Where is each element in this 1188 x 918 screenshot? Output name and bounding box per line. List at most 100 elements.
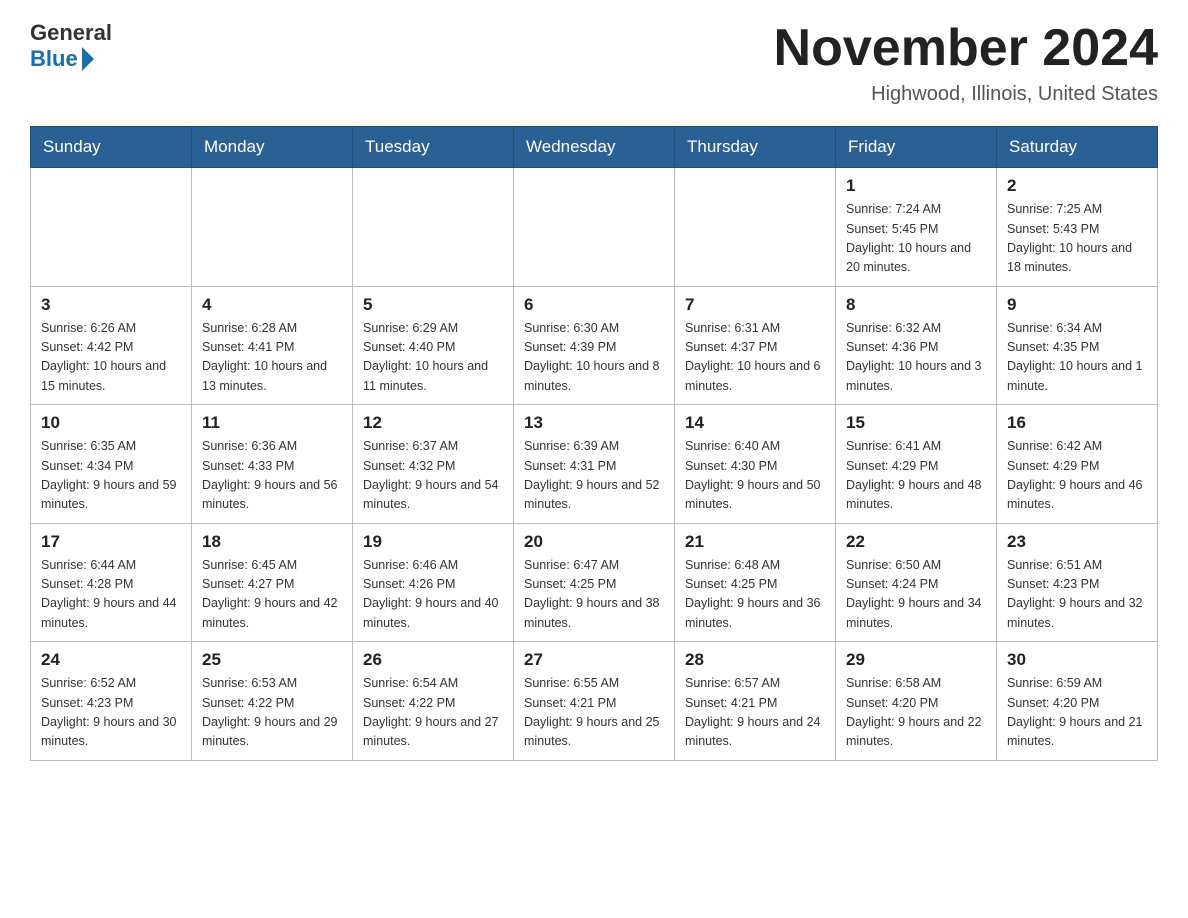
calendar-cell: 9 Sunrise: 6:34 AMSunset: 4:35 PMDaylight… (997, 286, 1158, 405)
day-number: 23 (1007, 532, 1147, 552)
day-number: 11 (202, 413, 342, 433)
day-number: 2 (1007, 176, 1147, 196)
calendar-cell: 24 Sunrise: 6:52 AMSunset: 4:23 PMDayligh… (31, 642, 192, 761)
day-info: Sunrise: 6:54 AMSunset: 4:22 PMDaylight:… (363, 674, 503, 752)
weekday-header-friday: Friday (836, 127, 997, 168)
day-info: Sunrise: 6:47 AMSunset: 4:25 PMDaylight:… (524, 556, 664, 634)
calendar-week-3: 10Sunrise: 6:35 AMSunset: 4:34 PMDayligh… (31, 405, 1158, 524)
calendar-cell: 6 Sunrise: 6:30 AMSunset: 4:39 PMDaylight… (514, 286, 675, 405)
calendar-cell: 1 Sunrise: 7:24 AMSunset: 5:45 PMDaylight… (836, 168, 997, 287)
day-info: Sunrise: 6:35 AMSunset: 4:34 PMDaylight:… (41, 437, 181, 515)
calendar-header: SundayMondayTuesdayWednesdayThursdayFrid… (31, 127, 1158, 168)
calendar-cell: 4Sunrise: 6:28 AMSunset: 4:41 PMDaylight… (192, 286, 353, 405)
day-number: 14 (685, 413, 825, 433)
calendar-cell: 8 Sunrise: 6:32 AMSunset: 4:36 PMDaylight… (836, 286, 997, 405)
calendar-cell: 11 Sunrise: 6:36 AMSunset: 4:33 PMDayligh… (192, 405, 353, 524)
day-info: Sunrise: 6:52 AMSunset: 4:23 PMDaylight:… (41, 674, 181, 752)
calendar-cell: 15 Sunrise: 6:41 AMSunset: 4:29 PMDayligh… (836, 405, 997, 524)
calendar-cell: 28 Sunrise: 6:57 AMSunset: 4:21 PMDayligh… (675, 642, 836, 761)
day-info: Sunrise: 6:44 AMSunset: 4:28 PMDaylight:… (41, 556, 181, 634)
day-info: Sunrise: 6:41 AMSunset: 4:29 PMDaylight:… (846, 437, 986, 515)
day-info: Sunrise: 6:30 AMSunset: 4:39 PMDaylight:… (524, 319, 664, 397)
logo-blue-text: Blue (30, 46, 78, 72)
calendar-cell: 7 Sunrise: 6:31 AMSunset: 4:37 PMDaylight… (675, 286, 836, 405)
calendar-cell: 23 Sunrise: 6:51 AMSunset: 4:23 PMDayligh… (997, 523, 1158, 642)
calendar-cell (675, 168, 836, 287)
calendar-cell (353, 168, 514, 287)
day-number: 7 (685, 295, 825, 315)
day-info: Sunrise: 6:26 AMSunset: 4:42 PMDaylight:… (41, 319, 181, 397)
weekday-header-saturday: Saturday (997, 127, 1158, 168)
calendar-body: 1 Sunrise: 7:24 AMSunset: 5:45 PMDaylight… (31, 168, 1158, 761)
day-info: Sunrise: 6:39 AMSunset: 4:31 PMDaylight:… (524, 437, 664, 515)
calendar-cell: 26 Sunrise: 6:54 AMSunset: 4:22 PMDayligh… (353, 642, 514, 761)
weekday-header-wednesday: Wednesday (514, 127, 675, 168)
day-number: 22 (846, 532, 986, 552)
day-number: 17 (41, 532, 181, 552)
day-number: 19 (363, 532, 503, 552)
calendar-cell: 14 Sunrise: 6:40 AMSunset: 4:30 PMDayligh… (675, 405, 836, 524)
calendar-subtitle: Highwood, Illinois, United States (774, 83, 1158, 106)
calendar-cell: 21 Sunrise: 6:48 AMSunset: 4:25 PMDayligh… (675, 523, 836, 642)
day-info: Sunrise: 6:51 AMSunset: 4:23 PMDaylight:… (1007, 556, 1147, 634)
day-number: 24 (41, 650, 181, 670)
calendar-cell: 20 Sunrise: 6:47 AMSunset: 4:25 PMDayligh… (514, 523, 675, 642)
calendar-week-2: 3 Sunrise: 6:26 AMSunset: 4:42 PMDaylight… (31, 286, 1158, 405)
calendar-cell: 29 Sunrise: 6:58 AMSunset: 4:20 PMDayligh… (836, 642, 997, 761)
calendar-cell: 13 Sunrise: 6:39 AMSunset: 4:31 PMDayligh… (514, 405, 675, 524)
day-info: Sunrise: 6:48 AMSunset: 4:25 PMDaylight:… (685, 556, 825, 634)
calendar-cell: 2 Sunrise: 7:25 AMSunset: 5:43 PMDaylight… (997, 168, 1158, 287)
day-info: Sunrise: 6:36 AMSunset: 4:33 PMDaylight:… (202, 437, 342, 515)
day-number: 9 (1007, 295, 1147, 315)
calendar-cell: 12Sunrise: 6:37 AMSunset: 4:32 PMDayligh… (353, 405, 514, 524)
day-info: Sunrise: 7:24 AMSunset: 5:45 PMDaylight:… (846, 200, 986, 278)
day-number: 6 (524, 295, 664, 315)
day-number: 12 (363, 413, 503, 433)
calendar-cell: 10Sunrise: 6:35 AMSunset: 4:34 PMDayligh… (31, 405, 192, 524)
day-number: 26 (363, 650, 503, 670)
calendar-cell: 30 Sunrise: 6:59 AMSunset: 4:20 PMDayligh… (997, 642, 1158, 761)
calendar-cell: 3 Sunrise: 6:26 AMSunset: 4:42 PMDaylight… (31, 286, 192, 405)
day-number: 8 (846, 295, 986, 315)
day-info: Sunrise: 6:53 AMSunset: 4:22 PMDaylight:… (202, 674, 342, 752)
calendar-cell: 5Sunrise: 6:29 AMSunset: 4:40 PMDaylight… (353, 286, 514, 405)
day-info: Sunrise: 6:57 AMSunset: 4:21 PMDaylight:… (685, 674, 825, 752)
calendar-cell: 18Sunrise: 6:45 AMSunset: 4:27 PMDayligh… (192, 523, 353, 642)
day-number: 1 (846, 176, 986, 196)
day-info: Sunrise: 6:42 AMSunset: 4:29 PMDaylight:… (1007, 437, 1147, 515)
weekday-header-thursday: Thursday (675, 127, 836, 168)
logo-triangle-icon (82, 47, 94, 71)
weekday-header-monday: Monday (192, 127, 353, 168)
calendar-cell: 25 Sunrise: 6:53 AMSunset: 4:22 PMDayligh… (192, 642, 353, 761)
weekday-header-row: SundayMondayTuesdayWednesdayThursdayFrid… (31, 127, 1158, 168)
day-info: Sunrise: 6:59 AMSunset: 4:20 PMDaylight:… (1007, 674, 1147, 752)
day-number: 13 (524, 413, 664, 433)
day-info: Sunrise: 7:25 AMSunset: 5:43 PMDaylight:… (1007, 200, 1147, 278)
day-info: Sunrise: 6:58 AMSunset: 4:20 PMDaylight:… (846, 674, 986, 752)
day-number: 3 (41, 295, 181, 315)
title-area: November 2024 Highwood, Illinois, United… (774, 20, 1158, 106)
day-number: 25 (202, 650, 342, 670)
calendar-week-4: 17 Sunrise: 6:44 AMSunset: 4:28 PMDayligh… (31, 523, 1158, 642)
day-info: Sunrise: 6:40 AMSunset: 4:30 PMDaylight:… (685, 437, 825, 515)
day-info: Sunrise: 6:32 AMSunset: 4:36 PMDaylight:… (846, 319, 986, 397)
day-number: 15 (846, 413, 986, 433)
calendar-cell (192, 168, 353, 287)
weekday-header-sunday: Sunday (31, 127, 192, 168)
day-info: Sunrise: 6:34 AMSunset: 4:35 PMDaylight:… (1007, 319, 1147, 397)
logo-general-text: General (30, 20, 112, 46)
day-number: 21 (685, 532, 825, 552)
day-number: 16 (1007, 413, 1147, 433)
calendar-cell (31, 168, 192, 287)
day-number: 20 (524, 532, 664, 552)
calendar-cell: 19Sunrise: 6:46 AMSunset: 4:26 PMDayligh… (353, 523, 514, 642)
day-number: 30 (1007, 650, 1147, 670)
day-number: 4 (202, 295, 342, 315)
day-number: 29 (846, 650, 986, 670)
day-number: 5 (363, 295, 503, 315)
day-number: 28 (685, 650, 825, 670)
day-number: 18 (202, 532, 342, 552)
calendar-cell: 16 Sunrise: 6:42 AMSunset: 4:29 PMDayligh… (997, 405, 1158, 524)
day-info: Sunrise: 6:50 AMSunset: 4:24 PMDaylight:… (846, 556, 986, 634)
day-info: Sunrise: 6:31 AMSunset: 4:37 PMDaylight:… (685, 319, 825, 397)
